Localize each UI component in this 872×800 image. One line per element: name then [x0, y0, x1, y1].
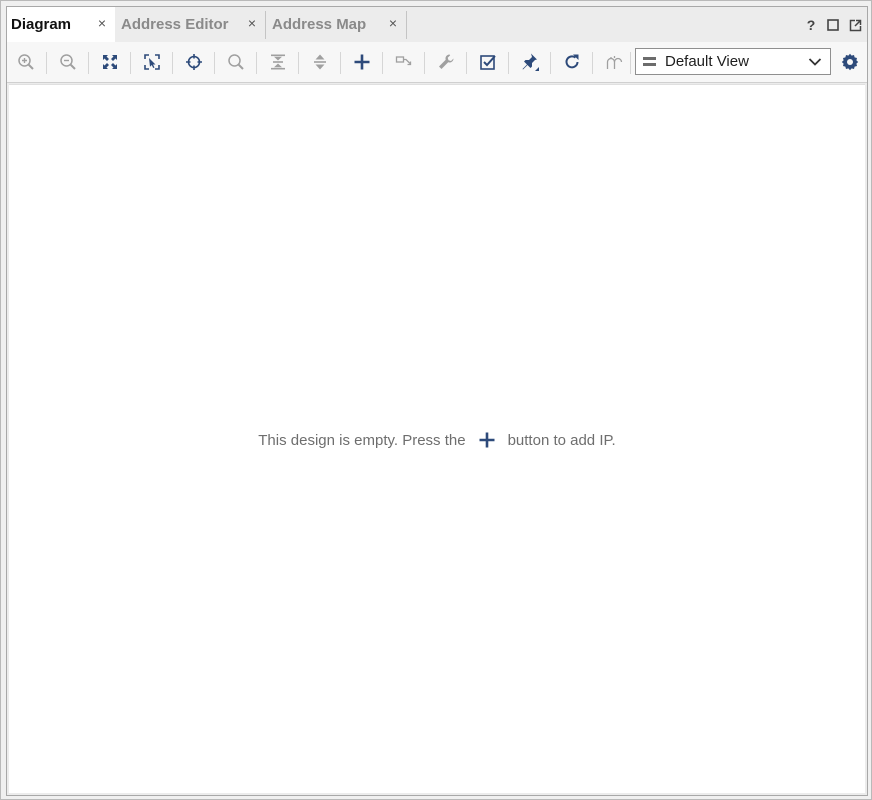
tab-diagram-label: Diagram [11, 16, 72, 33]
tab-address-map-label: Address Map [272, 16, 367, 33]
add-ip-icon[interactable] [349, 50, 375, 74]
close-icon[interactable]: × [95, 16, 109, 30]
tab-bar: Diagram × Address Editor × Address Map ×… [7, 7, 867, 42]
view-select[interactable]: Default View [635, 48, 831, 75]
pin-icon[interactable] [517, 50, 543, 74]
view-select-value: Default View [665, 53, 749, 70]
toolbar-divider [592, 52, 593, 74]
maximize-icon[interactable] [825, 17, 841, 33]
search-icon[interactable] [223, 50, 249, 74]
regenerate-layout-icon[interactable] [559, 50, 585, 74]
empty-design-message: This design is empty. Press the button t… [9, 431, 865, 449]
tab-address-editor-label: Address Editor [121, 16, 229, 33]
add-ip-inline-icon[interactable] [478, 431, 496, 449]
fit-full-screen-icon[interactable] [97, 50, 123, 74]
gear-icon[interactable] [837, 50, 863, 74]
diagram-panel: Diagram × Address Editor × Address Map ×… [6, 6, 868, 796]
make-connection-icon[interactable] [391, 50, 417, 74]
toolbar-divider [172, 52, 173, 74]
expand-all-icon[interactable] [307, 50, 333, 74]
toolbar-divider [214, 52, 215, 74]
window-frame: Diagram × Address Editor × Address Map ×… [0, 0, 872, 800]
help-icon[interactable]: ? [803, 17, 819, 33]
auto-fit-target-icon[interactable] [181, 50, 207, 74]
tab-diagram[interactable]: Diagram × [7, 7, 115, 42]
toolbar-divider [508, 52, 509, 74]
toolbar-divider [256, 52, 257, 74]
zoom-out-icon[interactable] [55, 50, 81, 74]
toolbar-divider [466, 52, 467, 74]
empty-message-text-before: This design is empty. Press the [258, 431, 466, 449]
toolbar-divider [130, 52, 131, 74]
tab-address-editor[interactable]: Address Editor × [115, 7, 265, 42]
toolbar-divider [340, 52, 341, 74]
diagram-toolbar: Default View [7, 42, 867, 83]
route-icon[interactable] [601, 50, 627, 74]
close-icon[interactable]: × [245, 16, 259, 30]
tab-address-map[interactable]: Address Map × [266, 7, 406, 42]
toolbar-divider [382, 52, 383, 74]
float-window-icon[interactable] [847, 17, 863, 33]
menu-icon [643, 55, 657, 69]
validate-design-icon[interactable] [475, 50, 501, 74]
collapse-all-icon[interactable] [265, 50, 291, 74]
customize-wrench-icon[interactable] [433, 50, 459, 74]
empty-message-text-after: button to add IP. [507, 431, 616, 449]
toolbar-divider [424, 52, 425, 74]
close-icon[interactable]: × [386, 16, 400, 30]
toolbar-divider [630, 52, 631, 74]
toolbar-divider [46, 52, 47, 74]
tab-divider [406, 11, 407, 39]
toolbar-divider [550, 52, 551, 74]
toolbar-divider [88, 52, 89, 74]
diagram-canvas[interactable]: This design is empty. Press the button t… [9, 84, 865, 793]
toolbar-divider [298, 52, 299, 74]
zoom-fit-selection-icon[interactable] [139, 50, 165, 74]
zoom-in-icon[interactable] [13, 50, 39, 74]
chevron-down-icon [808, 58, 822, 66]
